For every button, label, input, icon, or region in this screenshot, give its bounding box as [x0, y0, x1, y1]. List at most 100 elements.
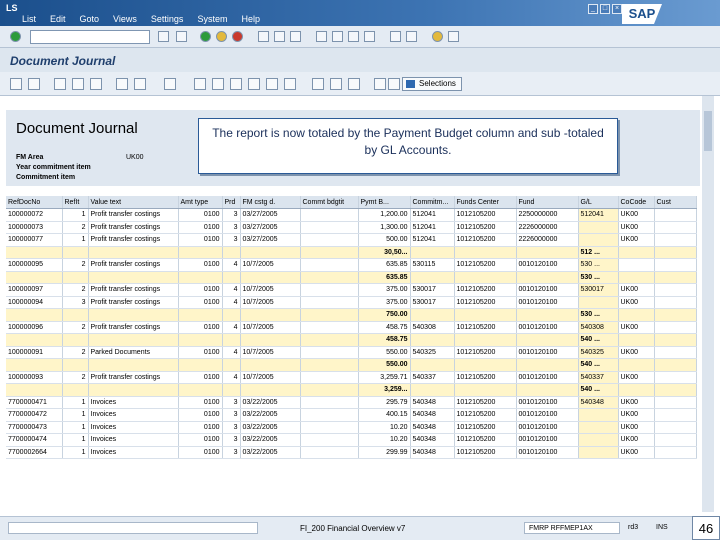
table-row[interactable]: 100000094 3 Profit transfer costings 0100 4 1…	[6, 296, 697, 309]
grid-cell	[240, 246, 301, 259]
print-preview-icon[interactable]	[194, 78, 206, 90]
save-layout-icon[interactable]	[348, 78, 360, 90]
info-icon[interactable]	[374, 78, 386, 90]
grid-cell: 0010120100	[516, 371, 579, 384]
save-icon[interactable]	[176, 31, 187, 42]
dropdown-icon[interactable]	[158, 31, 169, 42]
menu-item-system[interactable]: System	[197, 14, 227, 24]
change-layout-icon[interactable]	[312, 78, 324, 90]
subtotal-row[interactable]: 635.85 530 ...	[6, 271, 697, 284]
menu-item-edit[interactable]: Edit	[50, 14, 66, 24]
grid-cell: 540348	[410, 396, 455, 409]
close-icon[interactable]: ×	[612, 4, 622, 14]
table-row[interactable]: 7700002664 1 Invoices 0100 3 03/22/2005 299.99…	[6, 446, 697, 459]
grid-cell	[6, 358, 63, 372]
subtotal-icon[interactable]	[134, 78, 146, 90]
cancel-icon[interactable]	[232, 31, 243, 42]
table-row[interactable]: 100000072 1 Profit transfer costings 0100 3 0…	[6, 208, 697, 222]
next-page-icon[interactable]	[348, 31, 359, 42]
column-header-value-text[interactable]: Value text	[88, 196, 179, 209]
grid-cell: 540348	[410, 408, 455, 422]
column-header-fund[interactable]: Fund	[516, 196, 579, 209]
column-header-fm-cstg-date[interactable]: FM cstg d.	[240, 196, 301, 209]
column-header-cust[interactable]: Cust	[654, 196, 697, 209]
grid-cell: 0100	[178, 321, 223, 334]
table-row[interactable]: 100000091 2 Parked Documents 0100 4 10/7/2005…	[6, 346, 697, 359]
local-file-icon[interactable]	[248, 78, 260, 90]
new-session-icon[interactable]	[390, 31, 401, 42]
subtotal-row[interactable]: 3,259... 540 ...	[6, 383, 697, 397]
details-icon[interactable]	[10, 78, 22, 90]
table-row[interactable]: 7700000472 1 Invoices 0100 3 03/22/2005 400.15…	[6, 408, 697, 422]
column-header-prd[interactable]: Prd	[222, 196, 241, 209]
table-row[interactable]: 100000096 2 Profit transfer costings 0100 4 1…	[6, 321, 697, 334]
selections-icon[interactable]	[388, 78, 400, 90]
grid-cell: 1012105200	[454, 283, 517, 297]
subtotal-row[interactable]: 550.00 540 ...	[6, 358, 697, 372]
first-page-icon[interactable]	[316, 31, 327, 42]
grid-cell: 0100	[178, 371, 223, 384]
column-header-funds-center[interactable]: Funds Center	[454, 196, 517, 209]
find-icon[interactable]	[274, 31, 285, 42]
graphic-icon[interactable]	[164, 78, 176, 90]
grid-cell: 1012105200	[454, 258, 517, 272]
column-header-commitment-item[interactable]: Commitm...	[410, 196, 455, 209]
sort-descending-icon[interactable]	[72, 78, 84, 90]
shortcut-icon[interactable]	[406, 31, 417, 42]
last-page-icon[interactable]	[364, 31, 375, 42]
column-header-refdocno[interactable]: RefDocNo	[6, 196, 63, 209]
abc-analysis-icon[interactable]	[284, 78, 296, 90]
column-header-gl[interactable]: G/L	[578, 196, 619, 209]
enter-icon[interactable]	[10, 31, 21, 42]
help-icon[interactable]	[432, 31, 443, 42]
menu-item-help[interactable]: Help	[241, 14, 260, 24]
table-row[interactable]: 100000093 2 Profit transfer costings 0100 4 1…	[6, 371, 697, 384]
table-row[interactable]: 7700000473 1 Invoices 0100 3 03/22/2005 10.20 5…	[6, 421, 697, 434]
status-system-info[interactable]: FMRP RFFMEP1AX	[524, 522, 620, 534]
command-field[interactable]	[30, 30, 150, 44]
grid-cell: 3	[222, 221, 241, 234]
table-row[interactable]: 100000077 1 Profit transfer costings 0100 3 0…	[6, 233, 697, 247]
column-header-cocode[interactable]: CoCode	[618, 196, 655, 209]
screen-title-area: Document Journal	[0, 48, 720, 72]
subtotal-row[interactable]: 458.75 540 ...	[6, 333, 697, 347]
exit-icon[interactable]	[216, 31, 227, 42]
menu-item-list[interactable]: List	[22, 14, 36, 24]
table-row[interactable]: 100000073 2 Profit transfer costings 0100 3 0…	[6, 221, 697, 234]
grid-cell	[300, 333, 359, 347]
filter-icon[interactable]	[90, 78, 102, 90]
table-row[interactable]: 7700000471 1 Invoices 0100 3 03/22/2005 295.79…	[6, 396, 697, 409]
select-layout-icon[interactable]	[330, 78, 342, 90]
maximize-icon[interactable]: □	[600, 4, 610, 14]
sort-ascending-icon[interactable]	[54, 78, 66, 90]
selections-button[interactable]: Selections	[402, 77, 462, 91]
grid-cell: 0100	[178, 446, 223, 459]
menu-item-views[interactable]: Views	[113, 14, 137, 24]
subtotal-row[interactable]: 30,50... 512 ...	[6, 246, 697, 259]
back-icon[interactable]	[200, 31, 211, 42]
document-icon[interactable]	[28, 78, 40, 90]
subtotal-row[interactable]: 750.00 530 ...	[6, 308, 697, 322]
spreadsheet-icon[interactable]	[230, 78, 242, 90]
layout-icon[interactable]	[448, 31, 459, 42]
print-icon[interactable]	[258, 31, 269, 42]
menu-item-goto[interactable]: Goto	[80, 14, 100, 24]
table-row[interactable]: 100000097 2 Profit transfer costings 0100 4 1…	[6, 283, 697, 297]
scrollbar-thumb[interactable]	[704, 111, 712, 151]
find-next-icon[interactable]	[290, 31, 301, 42]
column-header-commt-bdgtit[interactable]: Commt bdgtit	[300, 196, 359, 209]
table-row[interactable]: 7700000474 1 Invoices 0100 3 03/22/2005 10.20 5…	[6, 433, 697, 447]
word-processing-icon[interactable]	[212, 78, 224, 90]
previous-page-icon[interactable]	[332, 31, 343, 42]
table-row[interactable]: 100000095 2 Profit transfer costings 0100 4 1…	[6, 258, 697, 272]
column-header-amt-type[interactable]: Amt type	[178, 196, 223, 209]
grid-cell	[654, 333, 697, 347]
vertical-scrollbar[interactable]	[702, 96, 714, 512]
minimize-icon[interactable]: _	[588, 4, 598, 14]
menu-item-settings[interactable]: Settings	[151, 14, 184, 24]
mail-icon[interactable]	[266, 78, 278, 90]
grid-cell: 2	[62, 283, 89, 297]
column-header-pymt-budget[interactable]: Pymt B...	[358, 196, 411, 209]
total-icon[interactable]	[116, 78, 128, 90]
column-header-refit[interactable]: RefIt	[62, 196, 89, 209]
